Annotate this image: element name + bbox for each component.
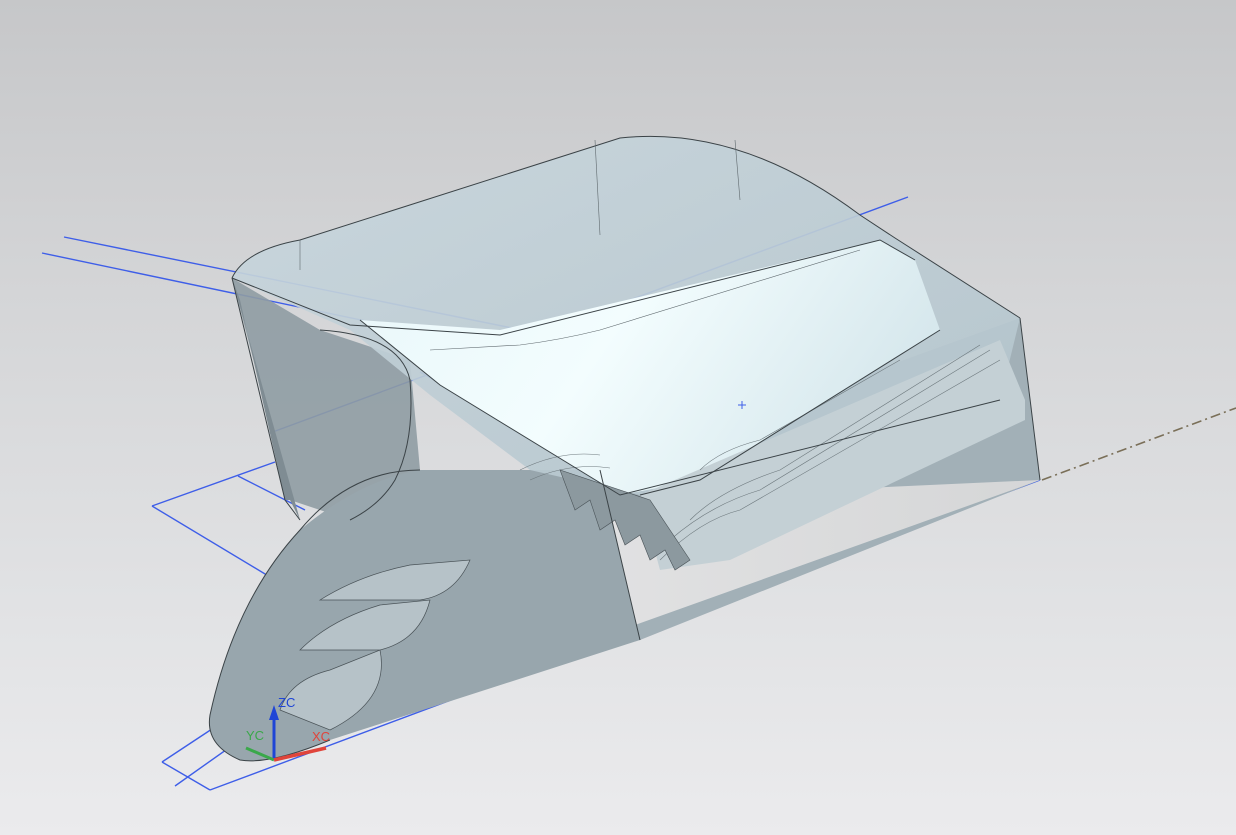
cad-model-scene[interactable]: ZC YC XC <box>0 0 1236 835</box>
zc-label: ZC <box>278 695 295 710</box>
graphics-viewport[interactable]: ZC YC XC <box>0 0 1236 835</box>
solid-body[interactable] <box>208 135 1041 762</box>
xc-label: XC <box>312 729 330 744</box>
centerline <box>1041 407 1236 481</box>
yc-label: YC <box>246 728 264 743</box>
